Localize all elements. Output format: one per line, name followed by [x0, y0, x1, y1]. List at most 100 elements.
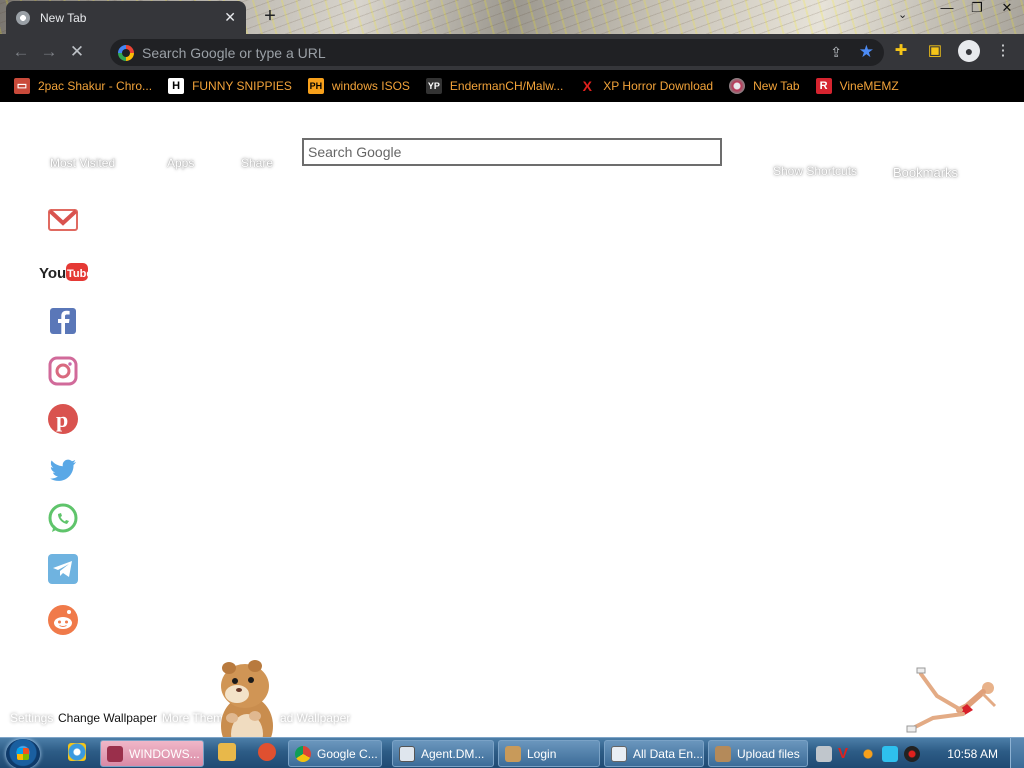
- bookmark-item[interactable]: R VineMEMZ: [815, 78, 899, 94]
- bookmark-item[interactable]: H FUNNY SNIPPIES: [168, 78, 292, 94]
- bookmark-item[interactable]: New Tab: [729, 78, 800, 94]
- whatsapp-icon: [48, 503, 78, 533]
- media-player-icon[interactable]: [258, 743, 276, 761]
- taskbar-button-all-data[interactable]: All Data En...: [604, 740, 704, 767]
- tab-close-icon[interactable]: ✕: [224, 9, 236, 26]
- windows-taskbar: WINDOWS... Google C... Agent.DM... Login…: [0, 737, 1024, 768]
- youtube-icon: You Tube: [39, 263, 90, 282]
- gmail-icon: [48, 209, 78, 231]
- new-tab-button[interactable]: +: [258, 5, 282, 29]
- svg-text:Tube: Tube: [67, 268, 90, 280]
- new-tab-favicon-icon: [16, 10, 30, 25]
- bookmark-item[interactable]: ▭ 2pac Shakur - Chro...: [14, 78, 152, 94]
- taskbar-clock[interactable]: 10:58 AM: [947, 747, 998, 761]
- page-search-input[interactable]: [302, 138, 722, 166]
- taskbar-button-login[interactable]: Login: [498, 740, 600, 767]
- stop-loading-icon[interactable]: ✕: [66, 41, 88, 63]
- reddit-shortcut[interactable]: [44, 601, 82, 639]
- taskbar-button-label: Upload files: [737, 746, 800, 761]
- taskbar-button-label: All Data En...: [632, 746, 703, 761]
- omnibox-input[interactable]: [142, 44, 742, 61]
- search-tray-icon[interactable]: [860, 745, 876, 762]
- twitter-icon: [50, 459, 76, 481]
- settings-link[interactable]: Settings: [10, 711, 53, 725]
- svg-text:You: You: [39, 265, 66, 282]
- instagram-shortcut[interactable]: [44, 352, 82, 390]
- facebook-icon: [50, 308, 76, 334]
- bookmark-label: EndermanCH/Malw...: [449, 79, 564, 93]
- instagram-icon: [48, 356, 78, 386]
- profile-avatar-icon[interactable]: ●: [958, 40, 980, 62]
- apps-link[interactable]: Apps: [167, 156, 194, 170]
- facebook-shortcut[interactable]: [44, 302, 82, 340]
- bookmark-label: 2pac Shakur - Chro...: [38, 79, 153, 93]
- h-logo-icon: H: [168, 78, 185, 94]
- twitter-shortcut[interactable]: [44, 451, 82, 489]
- upload-app-icon: [715, 745, 731, 762]
- taskbar-button-label: Google C...: [317, 746, 378, 761]
- restore-button[interactable]: ❐: [966, 1, 988, 17]
- toolbar-right: ✚ ▣ ● ⋮: [890, 40, 1014, 62]
- tab-title: New Tab: [40, 10, 87, 25]
- bookmarks-bar: ▭ 2pac Shakur - Chro... H FUNNY SNIPPIES…: [0, 70, 1024, 102]
- tab-search-chevron-icon[interactable]: ⌄: [898, 8, 907, 21]
- folder-icon[interactable]: [218, 743, 236, 761]
- taskbar-button-label: Agent.DM...: [421, 746, 485, 761]
- tape-icon: ▭: [14, 78, 30, 94]
- v-logo-tray-icon[interactable]: V: [838, 745, 854, 762]
- taskbar-button-windows[interactable]: WINDOWS...: [100, 740, 204, 767]
- bookmarks-link[interactable]: Bookmarks: [893, 165, 958, 180]
- tab-new-tab[interactable]: New Tab ✕: [6, 1, 246, 34]
- download-wallpaper-link[interactable]: ad Wallpaper: [280, 711, 350, 725]
- bookmark-label: New Tab: [753, 79, 800, 93]
- window-app-icon: [399, 745, 415, 762]
- most-visited-link[interactable]: Most Visited: [50, 156, 115, 170]
- svg-text:p: p: [56, 407, 68, 432]
- bookmark-item[interactable]: YP EndermanCH/Malw...: [425, 78, 564, 94]
- show-desktop-button[interactable]: [1010, 738, 1024, 768]
- change-wallpaper-link[interactable]: Change Wallpaper: [58, 711, 157, 725]
- show-shortcuts-link[interactable]: Show Shortcuts: [773, 164, 857, 178]
- pinterest-icon: p: [48, 404, 78, 434]
- back-arrow-icon[interactable]: ←: [10, 41, 32, 63]
- app-window-icon: [107, 745, 123, 762]
- x-logo-icon: X: [582, 78, 592, 94]
- dancer-figure-image: [906, 667, 997, 733]
- side-panel-icon[interactable]: ▣: [924, 40, 946, 62]
- bookmark-label: VineMEMZ: [839, 79, 899, 93]
- menu-kebab-icon[interactable]: ⋮: [992, 40, 1014, 62]
- bookmark-item[interactable]: PH windows ISOS: [307, 78, 410, 94]
- internet-explorer-icon[interactable]: [68, 743, 86, 761]
- share-icon[interactable]: ⇪: [830, 44, 842, 61]
- bookmark-item[interactable]: X XP Horror Download: [579, 78, 714, 94]
- record-tray-icon[interactable]: [904, 745, 920, 762]
- taskbar-button-upload-files[interactable]: Upload files: [708, 740, 808, 767]
- forward-arrow-icon[interactable]: →: [38, 41, 60, 63]
- close-button[interactable]: ✕: [996, 1, 1018, 17]
- globe-icon: [729, 78, 746, 94]
- taskbar-button-label: Login: [527, 746, 557, 761]
- youtube-shortcut[interactable]: You Tube: [38, 252, 90, 290]
- chrome-icon: [295, 745, 311, 762]
- taskbar-button-google-chrome[interactable]: Google C...: [288, 740, 382, 767]
- taskbar-button-agent-dm[interactable]: Agent.DM...: [392, 740, 494, 767]
- minimize-button[interactable]: —: [936, 1, 958, 17]
- document-app-icon: [611, 745, 627, 762]
- monitor-tray-icon[interactable]: [882, 745, 898, 762]
- bookmark-star-icon[interactable]: ★: [859, 42, 874, 62]
- bookmark-label: FUNNY SNIPPIES: [192, 79, 292, 93]
- bookmark-label: XP Horror Download: [603, 79, 714, 93]
- google-icon: [118, 44, 134, 61]
- gmail-shortcut[interactable]: [44, 201, 82, 239]
- start-orb-icon[interactable]: [6, 739, 40, 768]
- bookmark-label: windows ISOS: [331, 79, 410, 93]
- extensions-puzzle-icon[interactable]: ✚: [890, 40, 912, 62]
- tab-strip: New Tab ✕ + ⌄ — ❐ ✕: [0, 0, 1024, 34]
- telegram-shortcut[interactable]: [44, 550, 82, 588]
- network-tray-icon[interactable]: [816, 745, 832, 762]
- r-logo-icon: R: [815, 78, 832, 94]
- omnibox[interactable]: ⇪ ★: [110, 39, 884, 66]
- pinterest-shortcut[interactable]: p: [44, 400, 82, 438]
- share-link[interactable]: Share: [241, 156, 273, 170]
- whatsapp-shortcut[interactable]: [44, 500, 82, 538]
